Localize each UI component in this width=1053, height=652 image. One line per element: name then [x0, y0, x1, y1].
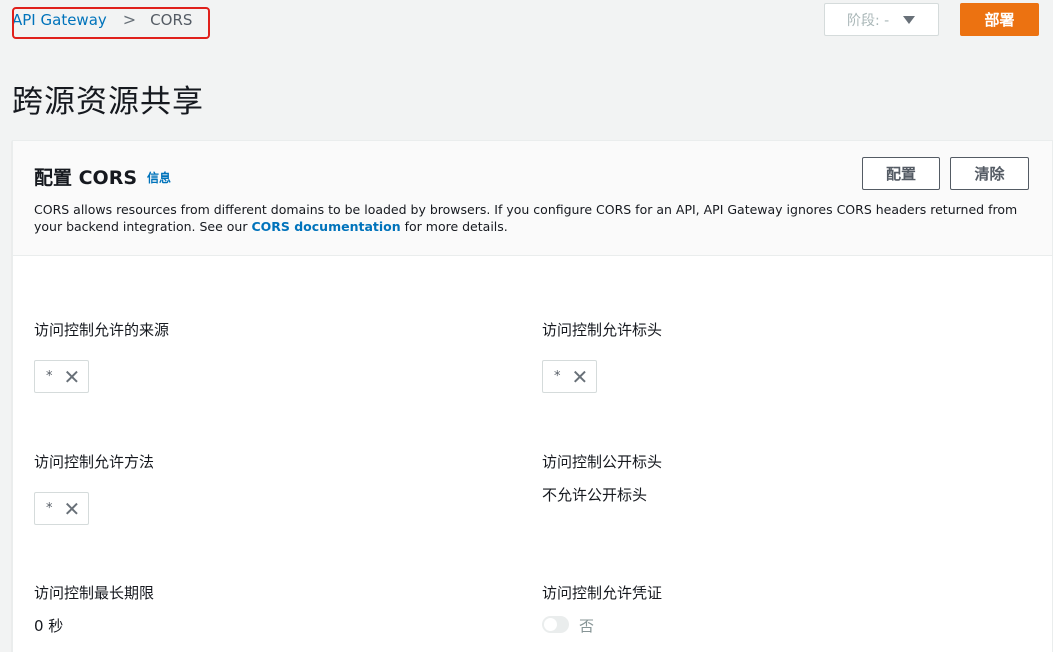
- stage-select-label: 阶段: -: [847, 12, 890, 29]
- allow-headers-token: * ✕: [542, 360, 597, 393]
- panel-title: 配置 CORS: [34, 167, 138, 189]
- description-text: CORS allows resources from different dom…: [34, 202, 1018, 234]
- allow-methods-token: * ✕: [34, 492, 89, 525]
- allow-origin-label: 访问控制允许的来源: [34, 321, 170, 339]
- info-link[interactable]: 信息: [147, 169, 171, 186]
- toggle-knob: [544, 618, 557, 631]
- breadcrumb-current: CORS: [150, 10, 193, 29]
- close-icon[interactable]: ✕: [572, 367, 589, 387]
- clear-button[interactable]: 清除: [950, 157, 1029, 190]
- allow-methods-label: 访问控制允许方法: [34, 453, 155, 471]
- allow-credentials-toggle-label: 否: [579, 617, 595, 635]
- allow-origin-token: * ✕: [34, 360, 89, 393]
- allow-credentials-toggle[interactable]: [542, 616, 569, 633]
- allow-headers-label: 访问控制允许标头: [542, 321, 663, 339]
- max-age-label: 访问控制最长期限: [34, 584, 155, 602]
- description-suffix: for more details.: [400, 219, 508, 234]
- breadcrumb-api-gateway-link[interactable]: API Gateway: [12, 11, 107, 29]
- caret-down-icon: [903, 15, 916, 24]
- panel-description: CORS allows resources from different dom…: [34, 201, 1024, 235]
- deploy-button[interactable]: 部署: [960, 3, 1039, 36]
- breadcrumb-separator-icon: >: [122, 10, 137, 29]
- cors-config-panel: 配置 CORS 信息 配置 清除 CORS allows resources f…: [12, 140, 1053, 652]
- close-icon[interactable]: ✕: [64, 499, 81, 519]
- panel-header: 配置 CORS 信息 配置 清除 CORS allows resources f…: [13, 141, 1052, 256]
- page-title: 跨源资源共享: [12, 84, 204, 120]
- expose-headers-label: 访问控制公开标头: [542, 453, 663, 471]
- allow-origin-token-value: *: [46, 369, 53, 384]
- stage-select[interactable]: 阶段: -: [824, 3, 939, 36]
- configure-button[interactable]: 配置: [862, 157, 940, 190]
- allow-methods-token-value: *: [46, 501, 53, 516]
- allow-credentials-label: 访问控制允许凭证: [542, 584, 663, 602]
- allow-headers-token-value: *: [554, 369, 561, 384]
- expose-headers-value: 不允许公开标头: [542, 486, 648, 504]
- cors-documentation-link[interactable]: CORS documentation: [251, 219, 400, 234]
- max-age-value: 0 秒: [34, 617, 64, 635]
- close-icon[interactable]: ✕: [64, 367, 81, 387]
- breadcrumb: API Gateway > CORS: [12, 10, 192, 29]
